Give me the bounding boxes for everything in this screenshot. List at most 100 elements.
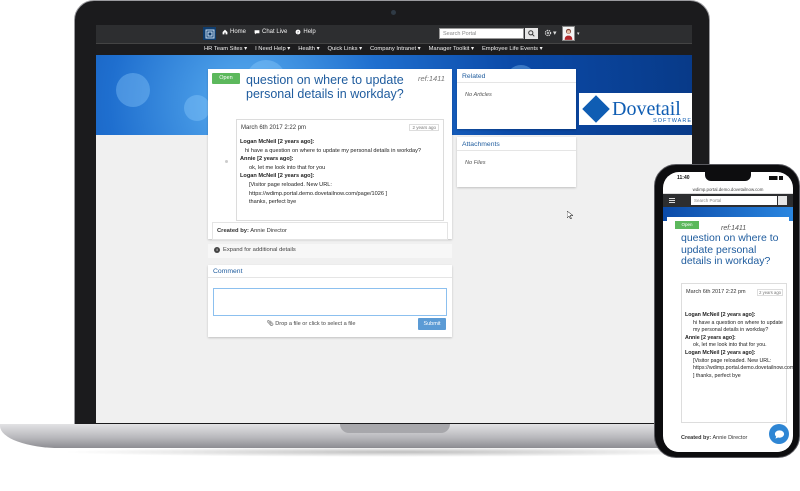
expand-details-label: Expand for additional details — [223, 247, 296, 253]
dovetail-mark-icon — [582, 95, 610, 123]
menu-employee-life-events[interactable]: Employee Life Events ▾ — [482, 46, 543, 52]
nav-home-label: Home — [230, 29, 247, 35]
top-bar: Home Chat Live ? Help Search Portal ▾ ▾ — [96, 25, 692, 43]
phone-chat-transcript: Logan McNeil [2 years ago]: hi have a qu… — [685, 312, 793, 380]
chat-bubble-icon — [774, 429, 784, 439]
phone-top-bar: Search Portal — [663, 194, 793, 207]
gear-icon — [544, 29, 552, 37]
paperclip-icon: 📎︎ — [266, 321, 276, 327]
phone-time: 11:40 — [677, 175, 690, 181]
chat-icon — [254, 30, 260, 35]
expand-details-toggle[interactable]: i Expand for additional details — [208, 244, 452, 258]
message-text: thanks, perfect bye — [249, 199, 297, 206]
related-heading: Related — [457, 69, 576, 83]
message-author: Logan McNeil [2 years ago]: — [685, 349, 756, 356]
message-panel: March 6th 2017 2:22 pm 2 years ago Logan… — [236, 119, 444, 221]
attachments-heading: Attachments — [457, 137, 576, 151]
nav-help-label: Help — [303, 29, 316, 35]
phone-created-label: Created by: — [681, 435, 712, 441]
message-text: hi have a question on where to update my… — [245, 147, 422, 154]
menu-quick-links[interactable]: Quick Links ▾ — [328, 46, 362, 52]
help-icon: ? — [295, 29, 301, 35]
laptop-screen: Home Chat Live ? Help Search Portal ▾ ▾ … — [96, 25, 692, 423]
attachments-panel: Attachments No Files — [457, 137, 576, 187]
portal-logo-icon[interactable] — [203, 27, 216, 40]
camera — [391, 10, 396, 15]
phone-status-badge: Open — [675, 221, 699, 229]
message-author: Annie [2 years ago]: — [240, 156, 294, 163]
chat-bubble-button[interactable] — [769, 424, 789, 444]
message-text: ok, let me look into that for you. — [693, 342, 767, 349]
related-empty: No Articles — [465, 92, 492, 98]
laptop-notch — [340, 424, 450, 433]
message-text: [Visitor page reloaded. New URL: https:/… — [693, 357, 793, 379]
phone-url-bar[interactable]: wdimp.portal.demo.dovetailnow.com — [663, 185, 793, 194]
menu-health[interactable]: Health ▾ — [298, 46, 319, 52]
phone-message-age: 2 years ago — [757, 289, 783, 296]
message-text: hi have a question on where to update my… — [693, 319, 783, 334]
menu-hr-team-sites[interactable]: HR Team Sites ▾ — [204, 46, 247, 52]
comment-textarea[interactable] — [213, 288, 447, 316]
search-input[interactable]: Search Portal — [439, 28, 524, 39]
comment-heading: Comment — [208, 265, 452, 278]
search-icon — [528, 30, 535, 37]
attachments-empty: No Files — [465, 160, 486, 166]
phone-case-card: Open ref:1411 question on where to updat… — [667, 217, 793, 452]
message-author: Logan McNeil [2 years ago]: — [685, 312, 756, 318]
case-ref: ref:1411 — [418, 74, 445, 83]
case-title: question on where to update personal det… — [246, 73, 404, 101]
case-card: Open question on where to update persona… — [208, 69, 452, 239]
file-drop-zone[interactable]: 📎︎ Drop a file or click to select a file — [218, 317, 404, 331]
info-icon: i — [214, 247, 220, 253]
main-menu: HR Team Sites ▾ I Need Help ▾ Health ▾ Q… — [96, 43, 692, 55]
created-by-value: Annie Director — [250, 228, 287, 234]
mouse-cursor-icon — [567, 211, 573, 219]
message-author: Logan McNeil [2 years ago]: — [240, 139, 315, 145]
phone-message-panel: March 6th 2017 2:22 pm 2 years ago Logan… — [681, 283, 793, 423]
menu-company-intranet[interactable]: Company Intranet ▾ — [370, 46, 421, 52]
created-by-label: Created by: — [217, 228, 249, 234]
phone-search-input[interactable]: Search Portal — [691, 196, 777, 205]
brand-sub: SOFTWARE — [653, 118, 692, 124]
message-author: Logan McNeil [2 years ago]: — [240, 173, 315, 180]
phone-created-value: Annie Director — [712, 435, 748, 441]
phone-screen: 11:40 wdimp.portal.demo.dovetailnow.com … — [663, 172, 793, 452]
drop-zone-label: Drop a file or click to select a file — [275, 321, 356, 327]
svg-text:?: ? — [297, 31, 299, 35]
top-nav: Home Chat Live ? Help — [222, 29, 316, 35]
message-author: Annie [2 years ago]: — [685, 334, 736, 341]
chevron-down-icon: ▾ — [553, 30, 557, 37]
timeline-dot — [225, 160, 228, 163]
related-panel: Related No Articles — [457, 69, 576, 129]
message-age-badge: 2 years ago — [409, 124, 439, 131]
hamburger-menu-icon[interactable] — [669, 198, 675, 203]
phone-search-button[interactable] — [778, 196, 787, 205]
avatar[interactable] — [562, 26, 575, 41]
message-date: March 6th 2017 2:22 pm — [241, 125, 307, 131]
settings-button[interactable]: ▾ — [544, 29, 557, 37]
nav-help[interactable]: ? Help — [295, 29, 316, 35]
menu-manager-toolkit[interactable]: Manager Toolkit ▾ — [429, 46, 474, 52]
phone-notch — [705, 172, 751, 181]
phone-case-title: question on where to update personal det… — [681, 232, 779, 267]
search-button[interactable] — [525, 28, 538, 39]
home-icon — [222, 29, 228, 35]
submit-button[interactable]: Submit — [418, 318, 446, 330]
signal-icon — [769, 176, 783, 180]
avatar-caret-icon[interactable]: ▾ — [577, 31, 580, 37]
phone-case-ref: ref:1411 — [721, 225, 747, 232]
laptop-shadow — [60, 447, 740, 457]
dovetail-logo: Dovetail SOFTWARE — [579, 93, 692, 125]
phone-created-by: Created by: Annie Director — [681, 435, 747, 441]
chat-transcript: Logan McNeil [2 years ago]: hi have a qu… — [240, 138, 440, 207]
status-badge: Open — [212, 73, 240, 84]
phone-message-date: March 6th 2017 2:22 pm — [686, 289, 746, 295]
created-by-panel: Created by: Annie Director — [212, 222, 448, 240]
comment-card: Comment 📎︎ Drop a file or click to selec… — [208, 265, 452, 337]
brand-name: Dovetail — [612, 98, 681, 120]
nav-chat-live[interactable]: Chat Live — [254, 29, 287, 35]
message-text: ok, let me look into that for you — [249, 164, 326, 171]
message-text: [Visitor page reloaded. New URL: https:/… — [249, 181, 388, 197]
menu-i-need-help[interactable]: I Need Help ▾ — [255, 46, 290, 52]
nav-home[interactable]: Home — [222, 29, 246, 35]
